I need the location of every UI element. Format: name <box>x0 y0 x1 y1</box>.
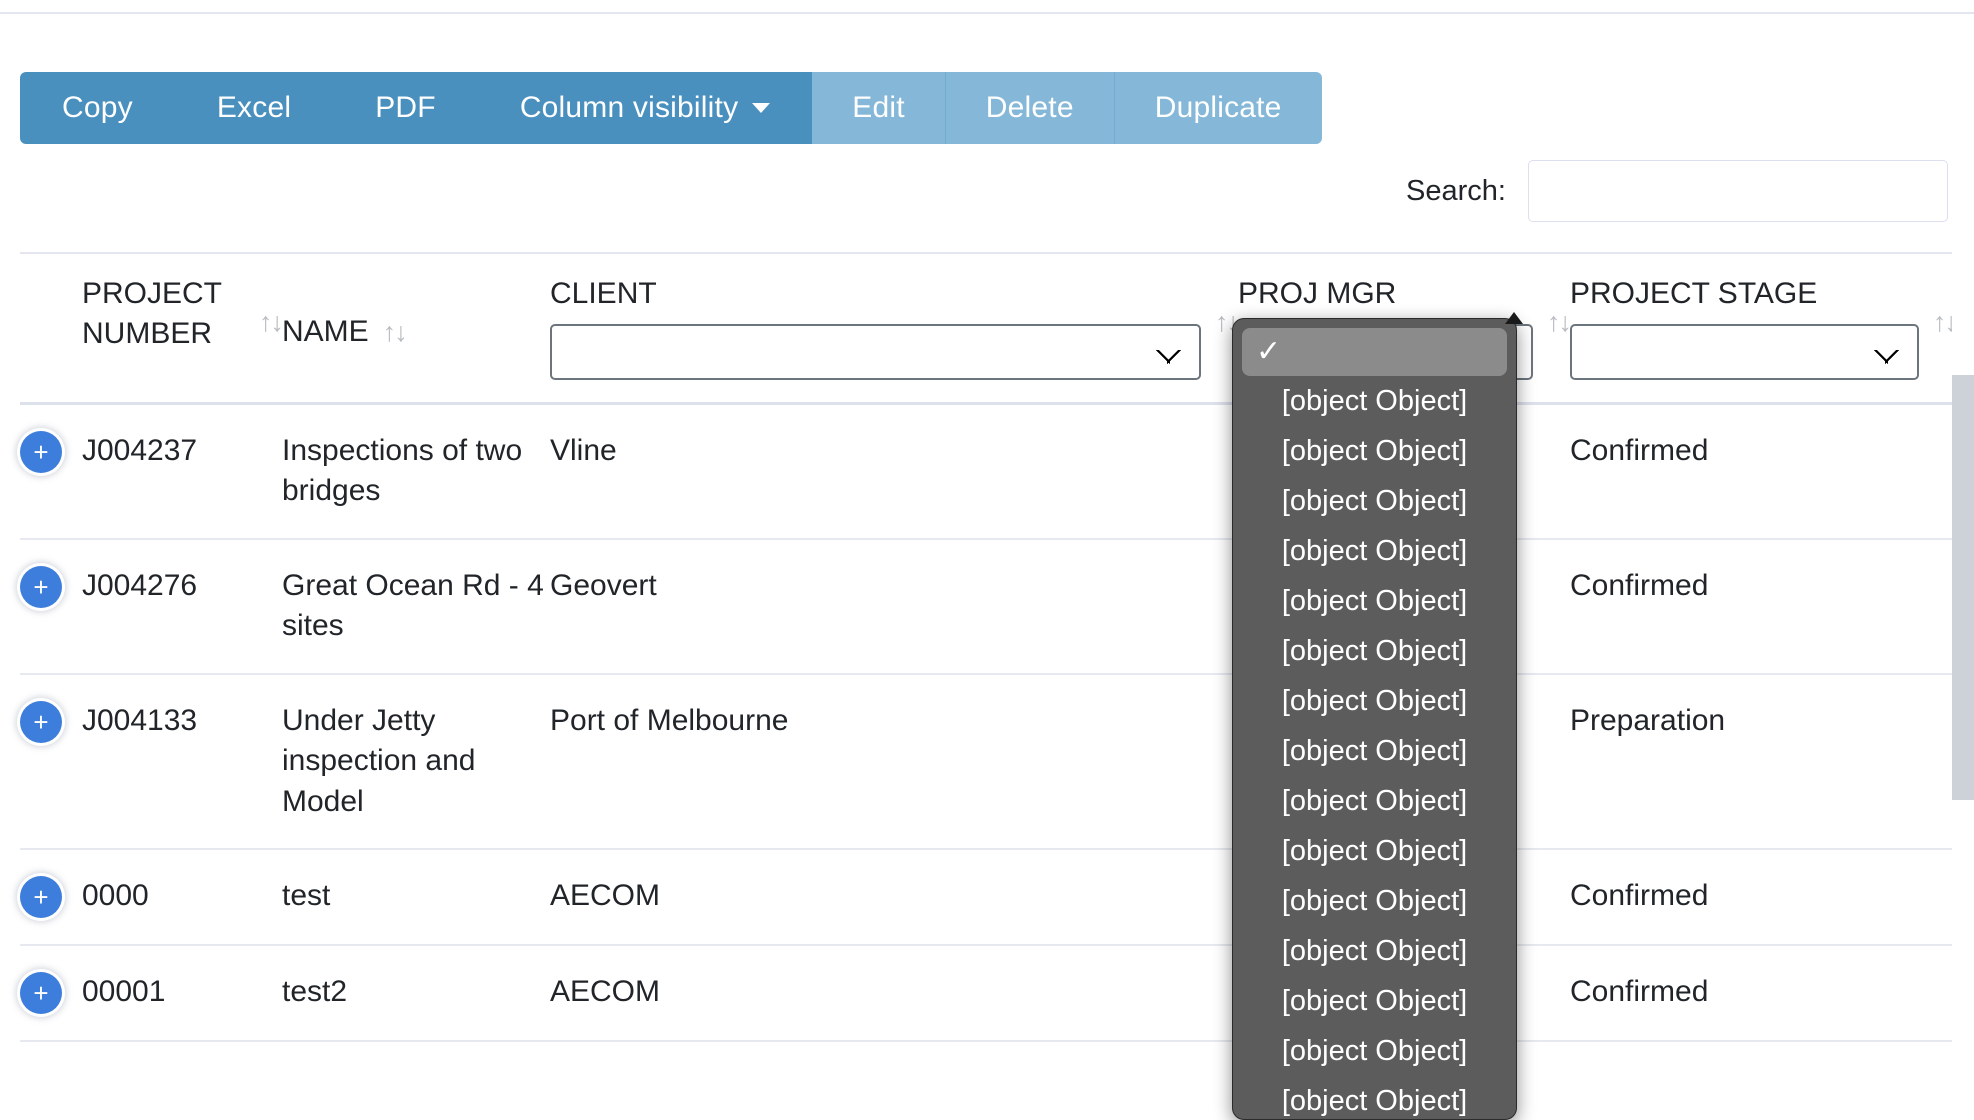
cell-project-number: 00001 <box>82 945 282 1043</box>
expand-cell: + <box>20 538 82 675</box>
column-label-client: CLIENT <box>550 277 657 310</box>
cell-project-stage: Confirmed <box>1570 849 1956 947</box>
dropdown-option[interactable]: [object Object] <box>1233 976 1516 1026</box>
cell-project-stage: Confirmed <box>1570 403 1956 540</box>
top-divider <box>0 12 1974 14</box>
dropdown-option[interactable]: [object Object] <box>1233 776 1516 826</box>
sort-icon-project-number[interactable]: ↑↓ <box>259 307 284 338</box>
pdf-button[interactable]: PDF <box>333 72 478 144</box>
expand-cell: + <box>20 945 82 1043</box>
edit-button-label: Edit <box>852 91 905 124</box>
expand-row-button[interactable]: + <box>20 876 62 919</box>
project-stage-filter-select[interactable] <box>1570 323 1919 380</box>
dropdown-option[interactable]: [object Object] <box>1233 526 1516 576</box>
duplicate-button-label: Duplicate <box>1154 91 1282 124</box>
expand-cell: + <box>20 849 82 947</box>
dropdown-option[interactable]: [object Object] <box>1233 576 1516 626</box>
cell-name: Under Jetty inspection and Model <box>282 673 550 851</box>
table-body: + J004237 Inspections of two bridges Vli… <box>20 403 1956 1043</box>
dropdown-option[interactable]: [object Object] <box>1233 626 1516 676</box>
table-row[interactable]: + J004133 Under Jetty inspection and Mod… <box>20 673 1956 851</box>
cell-project-stage: Confirmed <box>1570 538 1956 675</box>
dropdown-option[interactable]: [object Object] <box>1233 426 1516 476</box>
column-header-name[interactable]: NAME ↑↓ <box>282 252 550 405</box>
dropdown-option[interactable]: [object Object] <box>1233 1026 1516 1076</box>
dropdown-option[interactable]: [object Object] <box>1233 476 1516 526</box>
delete-button-label: Delete <box>985 91 1074 124</box>
edit-button[interactable]: Edit <box>812 72 945 144</box>
expand-row-button[interactable]: + <box>20 565 62 608</box>
column-header-client[interactable]: CLIENT ↑↓ <box>550 252 1240 405</box>
column-visibility-label: Column visibility <box>519 91 739 124</box>
column-label-proj-mgr: PROJ MGR <box>1238 277 1397 310</box>
table-top-divider <box>20 252 1956 254</box>
cell-client: Vline <box>550 403 1238 540</box>
copy-button[interactable]: Copy <box>20 72 175 144</box>
pdf-button-label: PDF <box>375 91 436 124</box>
cell-project-number: J004276 <box>82 538 282 675</box>
cell-project-number: J004133 <box>82 673 282 851</box>
cell-name: test <box>282 849 550 947</box>
column-visibility-button[interactable]: Column visibility <box>477 72 813 144</box>
cell-client: AECOM <box>550 849 1238 947</box>
table-header-row: PROJECT NUMBER ↑↓ NAME ↑↓ CLIENT ↑↓ PROJ… <box>20 252 1958 405</box>
sort-icon-name[interactable]: ↑↓ <box>383 317 408 348</box>
expand-column-header <box>20 252 82 405</box>
delete-button[interactable]: Delete <box>944 72 1114 144</box>
table-row[interactable]: + 00001 test2 AECOM Confirmed <box>20 945 1956 1043</box>
table-row[interactable]: + J004237 Inspections of two bridges Vli… <box>20 403 1956 540</box>
dropdown-scroll-up-icon[interactable] <box>1505 312 1523 324</box>
expand-row-button[interactable]: + <box>20 700 62 743</box>
excel-button-label: Excel <box>216 91 292 124</box>
cell-project-number: J004237 <box>82 403 282 540</box>
cell-project-stage: Preparation <box>1570 673 1956 851</box>
expand-cell: + <box>20 403 82 540</box>
table-row[interactable]: + J004276 Great Ocean Rd - 4 sites Geove… <box>20 538 1956 675</box>
expand-row-button[interactable]: + <box>20 972 62 1015</box>
cell-name: test2 <box>282 945 550 1043</box>
copy-button-label: Copy <box>62 91 133 124</box>
column-label-name: NAME <box>282 315 369 348</box>
datatable-toolbar: Copy Excel PDF Column visibility Edit De… <box>20 72 1322 144</box>
cell-client: AECOM <box>550 945 1238 1043</box>
check-icon: ✓ <box>1256 335 1282 368</box>
table-head: PROJECT NUMBER ↑↓ NAME ↑↓ CLIENT ↑↓ PROJ… <box>20 252 1958 405</box>
table-row[interactable]: + 0000 test AECOM Confirmed <box>20 849 1956 947</box>
projects-table: PROJECT NUMBER ↑↓ NAME ↑↓ CLIENT ↑↓ PROJ… <box>20 252 1958 1043</box>
sort-icon-proj-mgr[interactable]: ↑↓ <box>1547 307 1572 338</box>
dropdown-option[interactable]: [object Object] <box>1233 1076 1516 1119</box>
cell-client: Geovert <box>550 538 1238 675</box>
dropdown-option[interactable]: [object Object] <box>1233 876 1516 926</box>
search-input[interactable] <box>1528 160 1948 222</box>
duplicate-button[interactable]: Duplicate <box>1113 72 1322 144</box>
excel-button[interactable]: Excel <box>174 72 334 144</box>
column-label-project-number: PROJECT NUMBER <box>82 277 222 350</box>
chevron-down-icon <box>752 103 771 113</box>
vertical-scrollbar-thumb[interactable] <box>1952 375 1974 800</box>
expand-cell: + <box>20 673 82 851</box>
client-filter-select[interactable] <box>550 323 1201 380</box>
column-label-project-stage: PROJECT STAGE <box>1570 277 1818 310</box>
cell-project-number: 0000 <box>82 849 282 947</box>
expand-row-button[interactable]: + <box>20 430 62 473</box>
dropdown-option[interactable]: [object Object] <box>1233 826 1516 876</box>
search-label: Search: <box>1406 174 1506 207</box>
cell-client: Port of Melbourne <box>550 673 1238 851</box>
column-header-project-stage[interactable]: PROJECT STAGE ↑↓ <box>1570 252 1958 405</box>
column-header-project-number[interactable]: PROJECT NUMBER ↑↓ <box>82 252 284 405</box>
cell-name: Great Ocean Rd - 4 sites <box>282 538 550 675</box>
projects-table-container: PROJECT NUMBER ↑↓ NAME ↑↓ CLIENT ↑↓ PROJ… <box>20 252 1958 1043</box>
search-area: Search: <box>1406 160 1948 222</box>
dropdown-option[interactable]: [object Object] <box>1233 726 1516 776</box>
proj-mgr-dropdown-list[interactable]: ✓ [object Object] [object Object] [objec… <box>1232 318 1517 1120</box>
dropdown-option[interactable]: [object Object] <box>1233 376 1516 426</box>
dropdown-option-selected[interactable]: ✓ <box>1242 328 1507 376</box>
dropdown-option[interactable]: [object Object] <box>1233 926 1516 976</box>
cell-name: Inspections of two bridges <box>282 403 550 540</box>
dropdown-option[interactable]: [object Object] <box>1233 676 1516 726</box>
cell-project-stage: Confirmed <box>1570 945 1956 1043</box>
